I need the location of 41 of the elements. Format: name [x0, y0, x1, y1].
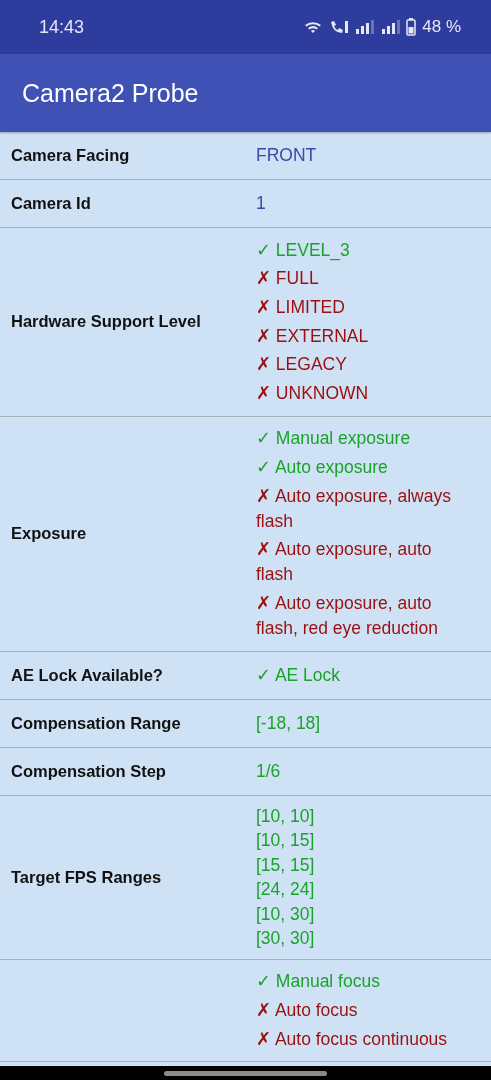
battery-percent: 48 % [422, 17, 461, 37]
property-label: Target FPS Ranges [11, 867, 162, 887]
property-value: 1 [256, 192, 267, 215]
property-value: ✗ Auto focus [256, 998, 359, 1022]
property-value: [-18, 18] [256, 711, 322, 735]
property-value: ✓ LEVEL_3 [256, 238, 351, 263]
app-title: Camera2 Probe [22, 78, 199, 108]
property-value: [10, 15] [256, 829, 316, 853]
property-value: ✗ Auto exposure, auto flash, red eye reduction [256, 591, 439, 640]
property-value: [15, 15] [256, 853, 316, 877]
property-label: Camera Id [11, 194, 91, 213]
property-value: ✗ EXTERNAL [256, 324, 370, 348]
property-value: 1/6 [256, 759, 282, 783]
property-value: ✓ Manual focus [256, 970, 381, 994]
property-value: ✗ LEGACY [256, 353, 348, 377]
property-label: Compensation Step [11, 761, 166, 781]
property-value: ✗ LIMITED [256, 296, 346, 319]
property-value: ✗ Auto focus continuous [256, 1027, 449, 1051]
property-label: Camera Facing [11, 146, 130, 165]
property-value: [10, 30] [256, 902, 316, 926]
property-value: ✗ UNKNOWN [256, 381, 370, 405]
property-value: ✗ Auto exposure, auto flash [256, 538, 433, 587]
property-value: [10, 10] [256, 804, 316, 828]
property-value: FRONT [256, 144, 318, 167]
call-icon [328, 19, 351, 35]
home-handle[interactable] [164, 1070, 327, 1076]
property-label: AE Lock Available? [11, 665, 163, 685]
property-value: [24, 24] [256, 878, 316, 902]
signal-icon [354, 20, 377, 34]
property-label: Hardware Support Level [11, 312, 201, 332]
property-value: ✗ Auto exposure, always flash [256, 484, 452, 533]
property-label: Exposure [11, 524, 87, 544]
signal-icon [380, 20, 403, 34]
property-value: ✓ Manual exposure [256, 427, 412, 451]
property-value: ✗ FULL [256, 267, 320, 291]
property-value: ✓ AE Lock [256, 663, 342, 687]
status-time: 14:43 [39, 16, 85, 38]
battery-icon [406, 18, 417, 36]
property-label: Compensation Range [11, 713, 181, 733]
property-value: [30, 30] [256, 927, 316, 951]
property-value: ✓ Auto exposure [256, 455, 389, 479]
